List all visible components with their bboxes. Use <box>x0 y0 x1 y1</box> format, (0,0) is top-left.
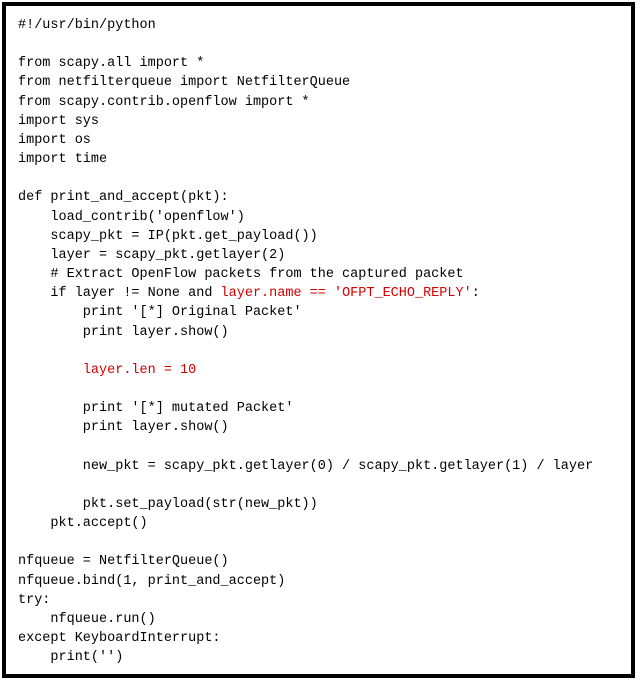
code-line: print('') <box>18 650 123 665</box>
code-line: import time <box>18 152 107 167</box>
code-line: nfqueue.bind(1, print_and_accept) <box>18 574 285 589</box>
code-line: new_pkt = scapy_pkt.getlayer(0) / scapy_… <box>18 459 593 474</box>
code-line: nfqueue.run() <box>18 612 156 627</box>
code-line: print '[*] Original Packet' <box>18 305 302 320</box>
code-line: print '[*] mutated Packet' <box>18 401 293 416</box>
code-line: # Extract OpenFlow packets from the capt… <box>18 267 464 282</box>
code-line: layer = scapy_pkt.getlayer(2) <box>18 248 285 263</box>
code-line: try: <box>18 593 50 608</box>
code-line: #!/usr/bin/python <box>18 18 156 33</box>
code-line: import sys <box>18 114 99 129</box>
code-line: import os <box>18 133 91 148</box>
code-line: load_contrib('openflow') <box>18 210 245 225</box>
code-block: #!/usr/bin/python from scapy.all import … <box>18 16 619 678</box>
highlighted-mutation: layer.len = 10 <box>83 363 196 378</box>
code-container: #!/usr/bin/python from scapy.all import … <box>2 2 635 678</box>
code-line-colon: : <box>472 286 480 301</box>
code-line-if-fragment: if layer != None and <box>18 286 221 301</box>
code-line: from netfilterqueue import NetfilterQueu… <box>18 75 350 90</box>
code-line-indent <box>18 363 83 378</box>
code-line: except KeyboardInterrupt: <box>18 631 221 646</box>
code-line: print layer.show() <box>18 325 229 340</box>
code-line: from scapy.contrib.openflow import * <box>18 95 310 110</box>
code-line: pkt.set_payload(str(new_pkt)) <box>18 497 318 512</box>
code-line: print layer.show() <box>18 420 229 435</box>
highlighted-condition: layer.name == 'OFPT_ECHO_REPLY' <box>221 286 472 301</box>
code-line: nfqueue = NetfilterQueue() <box>18 554 229 569</box>
code-line: def print_and_accept(pkt): <box>18 190 229 205</box>
code-line: from scapy.all import * <box>18 56 204 71</box>
code-line: scapy_pkt = IP(pkt.get_payload()) <box>18 229 318 244</box>
code-line: pkt.accept() <box>18 516 148 531</box>
